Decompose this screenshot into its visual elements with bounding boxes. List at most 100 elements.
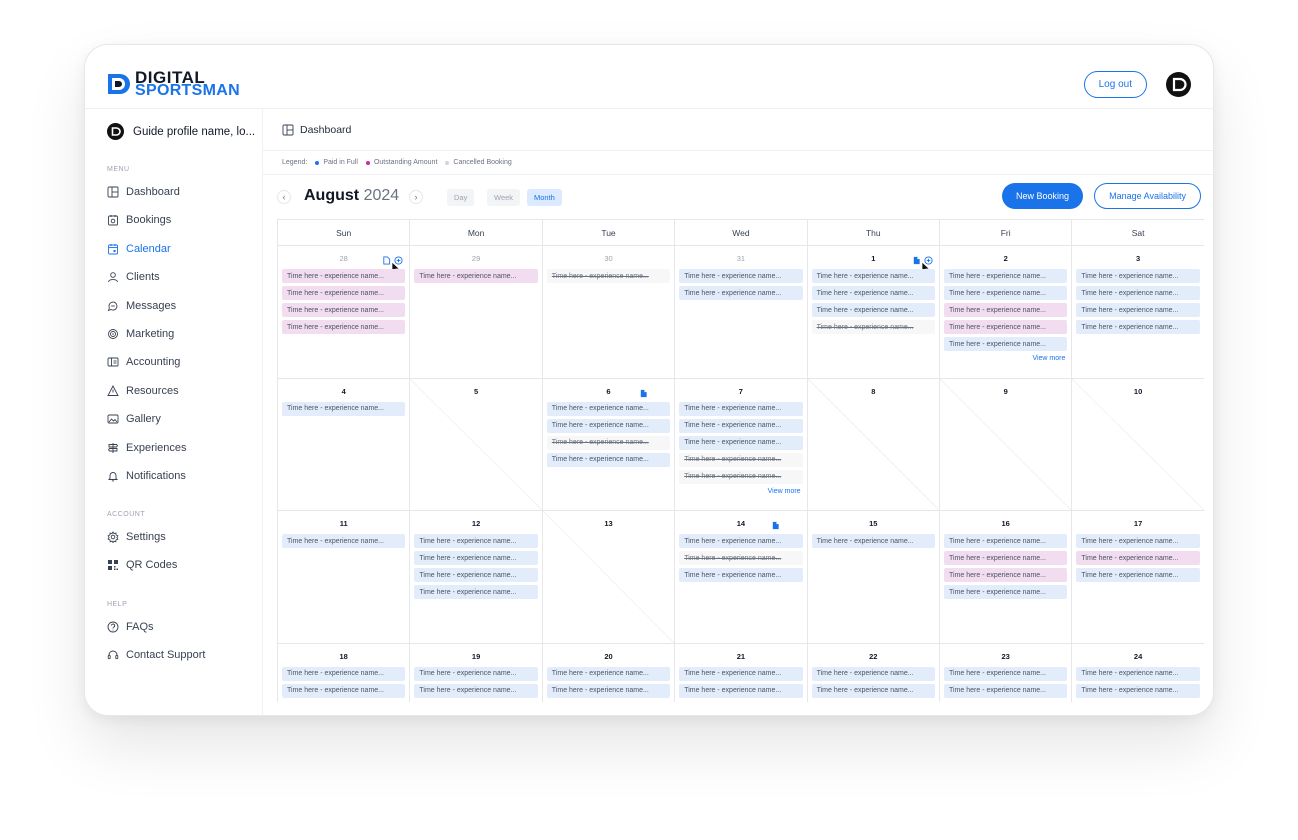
booking-paid[interactable]: Time here - experience name... — [1076, 683, 1200, 698]
sidebar-item-calendar[interactable]: Calendar — [107, 240, 171, 258]
sidebar-item-notifications[interactable]: Notifications — [107, 467, 186, 485]
day-cell[interactable]: 30 Time here - experience name... — [542, 246, 676, 379]
day-cell[interactable]: 11 Time here - experience name... — [278, 511, 411, 644]
booking-paid[interactable]: Time here - experience name... — [414, 551, 538, 565]
prev-month-button[interactable]: ‹ — [277, 190, 291, 204]
booking-paid[interactable]: Time here - experience name... — [546, 683, 671, 698]
day-cell[interactable]: 1 Time here - experience name... Time here… — [807, 246, 940, 379]
booking-cancelled[interactable]: Time here - experience name... — [546, 269, 671, 283]
booking-paid[interactable]: Time here - experience name... — [1076, 286, 1200, 300]
booking-paid[interactable]: Time here - experience name... — [679, 683, 803, 698]
note-filled-icon[interactable] — [771, 517, 780, 535]
booking-cancelled[interactable]: Time here - experience name... — [679, 452, 803, 467]
next-month-button[interactable]: › — [409, 190, 423, 204]
day-cell[interactable]: 16 Time here - experience name... Time her… — [940, 511, 1073, 644]
profile-switcher[interactable]: Guide profile name, lo... — [107, 123, 255, 140]
booking-paid[interactable]: Time here - experience name... — [1076, 320, 1200, 334]
manage-availability-button[interactable]: Manage Availability — [1094, 183, 1201, 209]
booking-outstanding[interactable]: Time here - experience name... — [282, 286, 406, 300]
booking-paid[interactable]: Time here - experience name... — [1076, 303, 1200, 317]
booking-cancelled[interactable]: Time here - experience name... — [546, 435, 671, 450]
booking-paid[interactable]: Time here - experience name... — [811, 286, 935, 300]
day-cell[interactable]: 17 Time here - experience name... Time her… — [1072, 511, 1204, 644]
booking-paid[interactable]: Time here - experience name... — [546, 418, 671, 433]
booking-paid[interactable]: Time here - experience name... — [679, 568, 803, 582]
booking-paid[interactable]: Time here - experience name... — [282, 666, 406, 681]
booking-paid[interactable]: Time here - experience name... — [679, 666, 803, 681]
day-cell[interactable]: 28 Time here - experience name... Time her… — [278, 246, 411, 379]
booking-paid[interactable]: Time here - experience name... — [944, 269, 1068, 283]
logout-button[interactable]: Log out — [1083, 71, 1147, 98]
sidebar-item-settings[interactable]: Settings — [107, 528, 166, 546]
booking-paid[interactable]: Time here - experience name... — [679, 269, 803, 283]
day-cell[interactable]: 18 Time here - experience name... Time her… — [278, 643, 411, 702]
booking-paid[interactable]: Time here - experience name... — [811, 303, 935, 317]
view-month-tab[interactable]: Month — [527, 189, 562, 206]
note-filled-icon[interactable] — [639, 385, 648, 403]
booking-paid[interactable]: Time here - experience name... — [414, 585, 538, 599]
booking-paid[interactable]: Time here - experience name... — [679, 401, 803, 416]
booking-paid[interactable]: Time here - experience name... — [811, 269, 935, 283]
booking-paid[interactable]: Time here - experience name... — [546, 452, 671, 467]
day-cell[interactable]: 14 Time here - experience name... Time her… — [675, 511, 808, 644]
booking-outstanding[interactable]: Time here - experience name... — [944, 568, 1068, 582]
booking-paid[interactable]: Time here - experience name... — [679, 286, 803, 300]
booking-outstanding[interactable]: Time here - experience name... — [282, 269, 406, 283]
day-cell-unavailable[interactable]: 8 — [807, 378, 940, 511]
sidebar-item-experiences[interactable]: Experiences — [107, 439, 187, 457]
booking-paid[interactable]: Time here - experience name... — [282, 534, 406, 548]
note-outline-icon[interactable] — [382, 252, 391, 270]
day-cell-unavailable[interactable]: 5 — [410, 378, 543, 511]
day-cell[interactable]: 29 Time here - experience name... — [410, 246, 543, 379]
booking-paid[interactable]: Time here - experience name... — [1076, 269, 1200, 283]
booking-paid[interactable]: Time here - experience name... — [1076, 534, 1200, 548]
brand-logo[interactable]: DIGITAL SPORTSMAN — [105, 69, 240, 99]
booking-paid[interactable]: Time here - experience name... — [546, 666, 671, 681]
booking-paid[interactable]: Time here - experience name... — [944, 683, 1068, 698]
booking-paid[interactable]: Time here - experience name... — [414, 666, 538, 681]
day-cell[interactable]: 2 Time here - experience name... Time here… — [940, 246, 1073, 379]
day-cell[interactable]: 22 Time here - experience name... Time her… — [807, 643, 940, 702]
day-cell-unavailable[interactable]: 13 — [542, 511, 676, 644]
booking-outstanding[interactable]: Time here - experience name... — [1076, 551, 1200, 565]
booking-outstanding[interactable]: Time here - experience name... — [944, 551, 1068, 565]
booking-paid[interactable]: Time here - experience name... — [414, 568, 538, 582]
booking-paid[interactable]: Time here - experience name... — [282, 401, 406, 416]
day-cell[interactable]: 15 Time here - experience name... — [807, 511, 940, 644]
booking-paid[interactable]: Time here - experience name... — [282, 683, 406, 698]
booking-paid[interactable]: Time here - experience name... — [944, 286, 1068, 300]
new-booking-button[interactable]: New Booking — [1001, 183, 1083, 209]
day-cell[interactable]: 12 Time here - experience name... Time her… — [410, 511, 543, 644]
day-cell[interactable]: 4 Time here - experience name... — [278, 378, 411, 511]
note-filled-icon[interactable] — [912, 252, 921, 270]
booking-outstanding[interactable]: Time here - experience name... — [944, 320, 1068, 334]
view-more-link[interactable]: View more — [768, 488, 801, 495]
sidebar-item-marketing[interactable]: Marketing — [107, 325, 174, 343]
sidebar-item-messages[interactable]: Messages — [107, 297, 176, 315]
breadcrumb-label[interactable]: Dashboard — [300, 124, 351, 136]
sidebar-item-accounting[interactable]: Accounting — [107, 353, 180, 371]
booking-outstanding[interactable]: Time here - experience name... — [282, 320, 406, 334]
booking-paid[interactable]: Time here - experience name... — [811, 683, 935, 698]
sidebar-item-contact-support[interactable]: Contact Support — [107, 646, 206, 664]
sidebar-item-bookings[interactable]: Bookings — [107, 211, 171, 229]
day-cell[interactable]: 24 Time here - experience name... Time her… — [1072, 643, 1204, 702]
sidebar-item-clients[interactable]: Clients — [107, 268, 160, 286]
day-cell[interactable]: 21 Time here - experience name... Time her… — [675, 643, 808, 702]
booking-paid[interactable]: Time here - experience name... — [679, 418, 803, 433]
sidebar-item-resources[interactable]: Resources — [107, 382, 179, 400]
booking-paid[interactable]: Time here - experience name... — [414, 683, 538, 698]
sidebar-item-dashboard[interactable]: Dashboard — [107, 183, 180, 201]
booking-cancelled[interactable]: Time here - experience name... — [679, 469, 803, 484]
booking-paid[interactable]: Time here - experience name... — [811, 534, 935, 548]
sidebar-item-faqs[interactable]: FAQs — [107, 618, 154, 636]
sidebar-item-qr-codes[interactable]: QR Codes — [107, 556, 177, 574]
booking-paid[interactable]: Time here - experience name... — [679, 435, 803, 450]
user-avatar[interactable] — [1166, 72, 1191, 97]
booking-paid[interactable]: Time here - experience name... — [944, 666, 1068, 681]
day-cell[interactable]: 7 Time here - experience name... Time here… — [675, 378, 808, 511]
booking-outstanding[interactable]: Time here - experience name... — [414, 269, 538, 283]
day-cell[interactable]: 31 Time here - experience name... Time her… — [675, 246, 808, 379]
booking-paid[interactable]: Time here - experience name... — [1076, 568, 1200, 582]
sidebar-item-gallery[interactable]: Gallery — [107, 410, 161, 428]
